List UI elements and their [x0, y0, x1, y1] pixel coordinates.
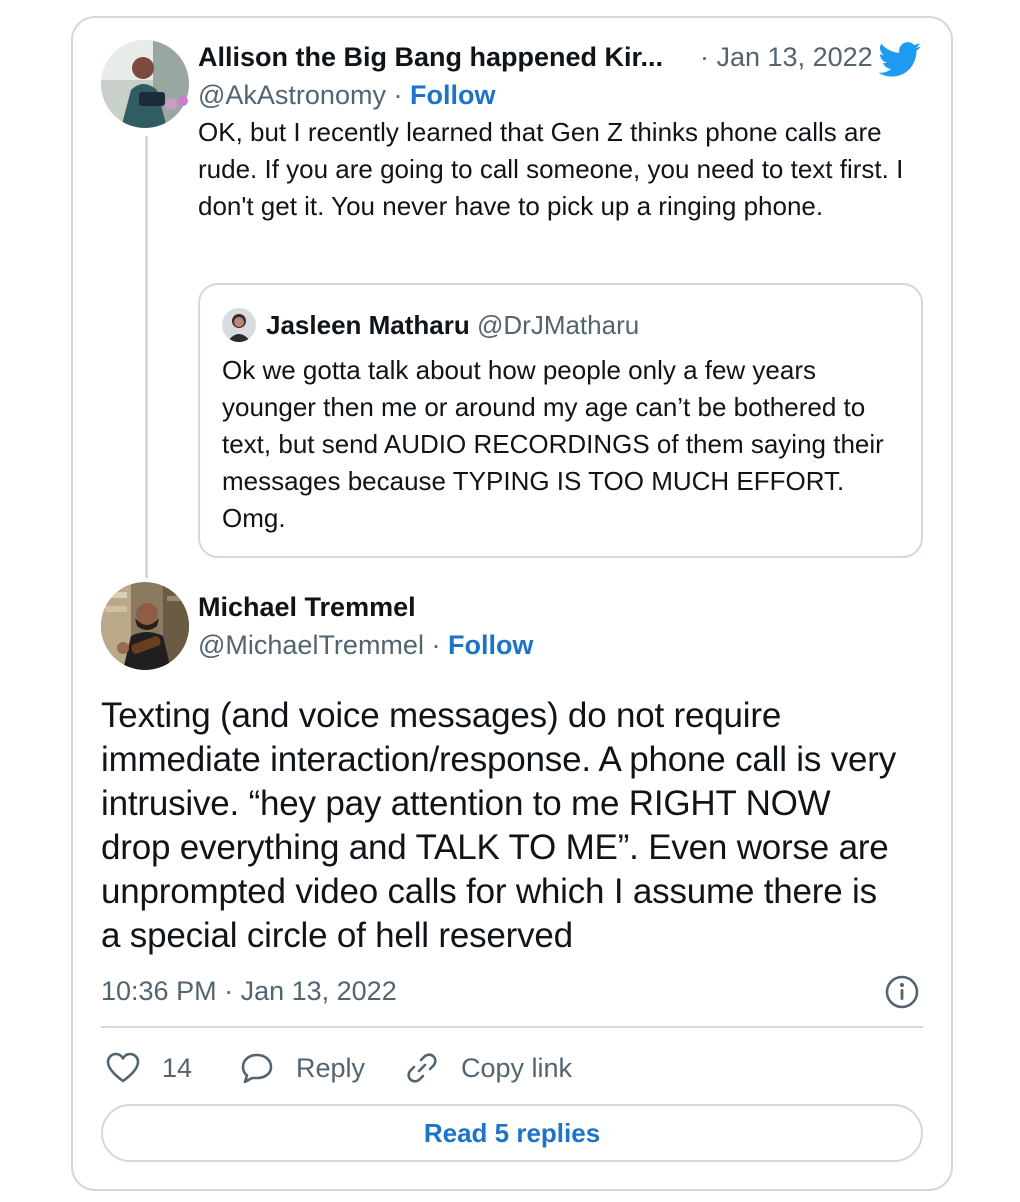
avatar-akastronomy[interactable]: [101, 40, 189, 128]
follow-akastronomy-button[interactable]: Follow: [410, 80, 495, 110]
twitter-bird-icon[interactable]: [878, 42, 922, 83]
link-icon: [407, 1053, 437, 1083]
copy-link-button[interactable]: Copy link: [405, 1048, 572, 1088]
parent-tweet-text: OK, but I recently learned that Gen Z th…: [198, 117, 904, 221]
main-date: Jan 13, 2022: [240, 976, 397, 1006]
quoted-handle: @DrJMatharu: [476, 310, 640, 340]
avatar-drjmatharu[interactable]: [222, 308, 256, 342]
like-button[interactable]: 14: [106, 1048, 192, 1088]
quoted-author-name: Jasleen Matharu: [266, 310, 470, 340]
reply-button[interactable]: Reply: [240, 1048, 365, 1088]
copy-link-label: Copy link: [461, 1052, 573, 1083]
info-icon[interactable]: [884, 974, 920, 1015]
actions-divider: [101, 1026, 923, 1028]
reply-label: Reply: [296, 1052, 366, 1083]
quoted-tweet-text: Ok we gotta talk about how people only a…: [222, 355, 884, 533]
parent-handle-row: @AkAstronomy · Follow: [198, 80, 495, 111]
read-replies-button[interactable]: Read 5 replies: [101, 1104, 923, 1162]
time-separator: ·: [216, 976, 241, 1006]
handle-separator: ·: [385, 80, 410, 110]
heart-icon: [106, 1052, 140, 1083]
handle-separator: ·: [423, 630, 448, 660]
parent-date[interactable]: · Jan 13, 2022: [700, 42, 873, 73]
date-separator: ·: [700, 42, 717, 72]
like-count: 14: [162, 1052, 193, 1083]
avatar-status-dot: [178, 96, 188, 106]
follow-michaeltremmel-button[interactable]: Follow: [448, 630, 533, 660]
thread-connector-line: [145, 136, 148, 578]
parent-date-text: Jan 13, 2022: [716, 42, 873, 72]
main-time: 10:36 PM: [101, 976, 217, 1006]
main-handle[interactable]: @MichaelTremmel: [198, 630, 424, 660]
main-author-name[interactable]: Michael Tremmel: [198, 592, 416, 623]
reply-bubble-icon: [241, 1053, 273, 1084]
main-timestamp[interactable]: 10:36 PM · Jan 13, 2022: [101, 976, 397, 1007]
main-tweet-text: Texting (and voice messages) do not requ…: [101, 696, 897, 955]
main-handle-row: @MichaelTremmel · Follow: [198, 630, 533, 661]
parent-author-name[interactable]: Allison the Big Bang happened Kir...: [198, 42, 663, 73]
avatar-michaeltremmel[interactable]: [101, 582, 189, 670]
quoted-header: Jasleen Matharu @DrJMatharu: [266, 310, 639, 341]
parent-handle[interactable]: @AkAstronomy: [198, 80, 386, 110]
